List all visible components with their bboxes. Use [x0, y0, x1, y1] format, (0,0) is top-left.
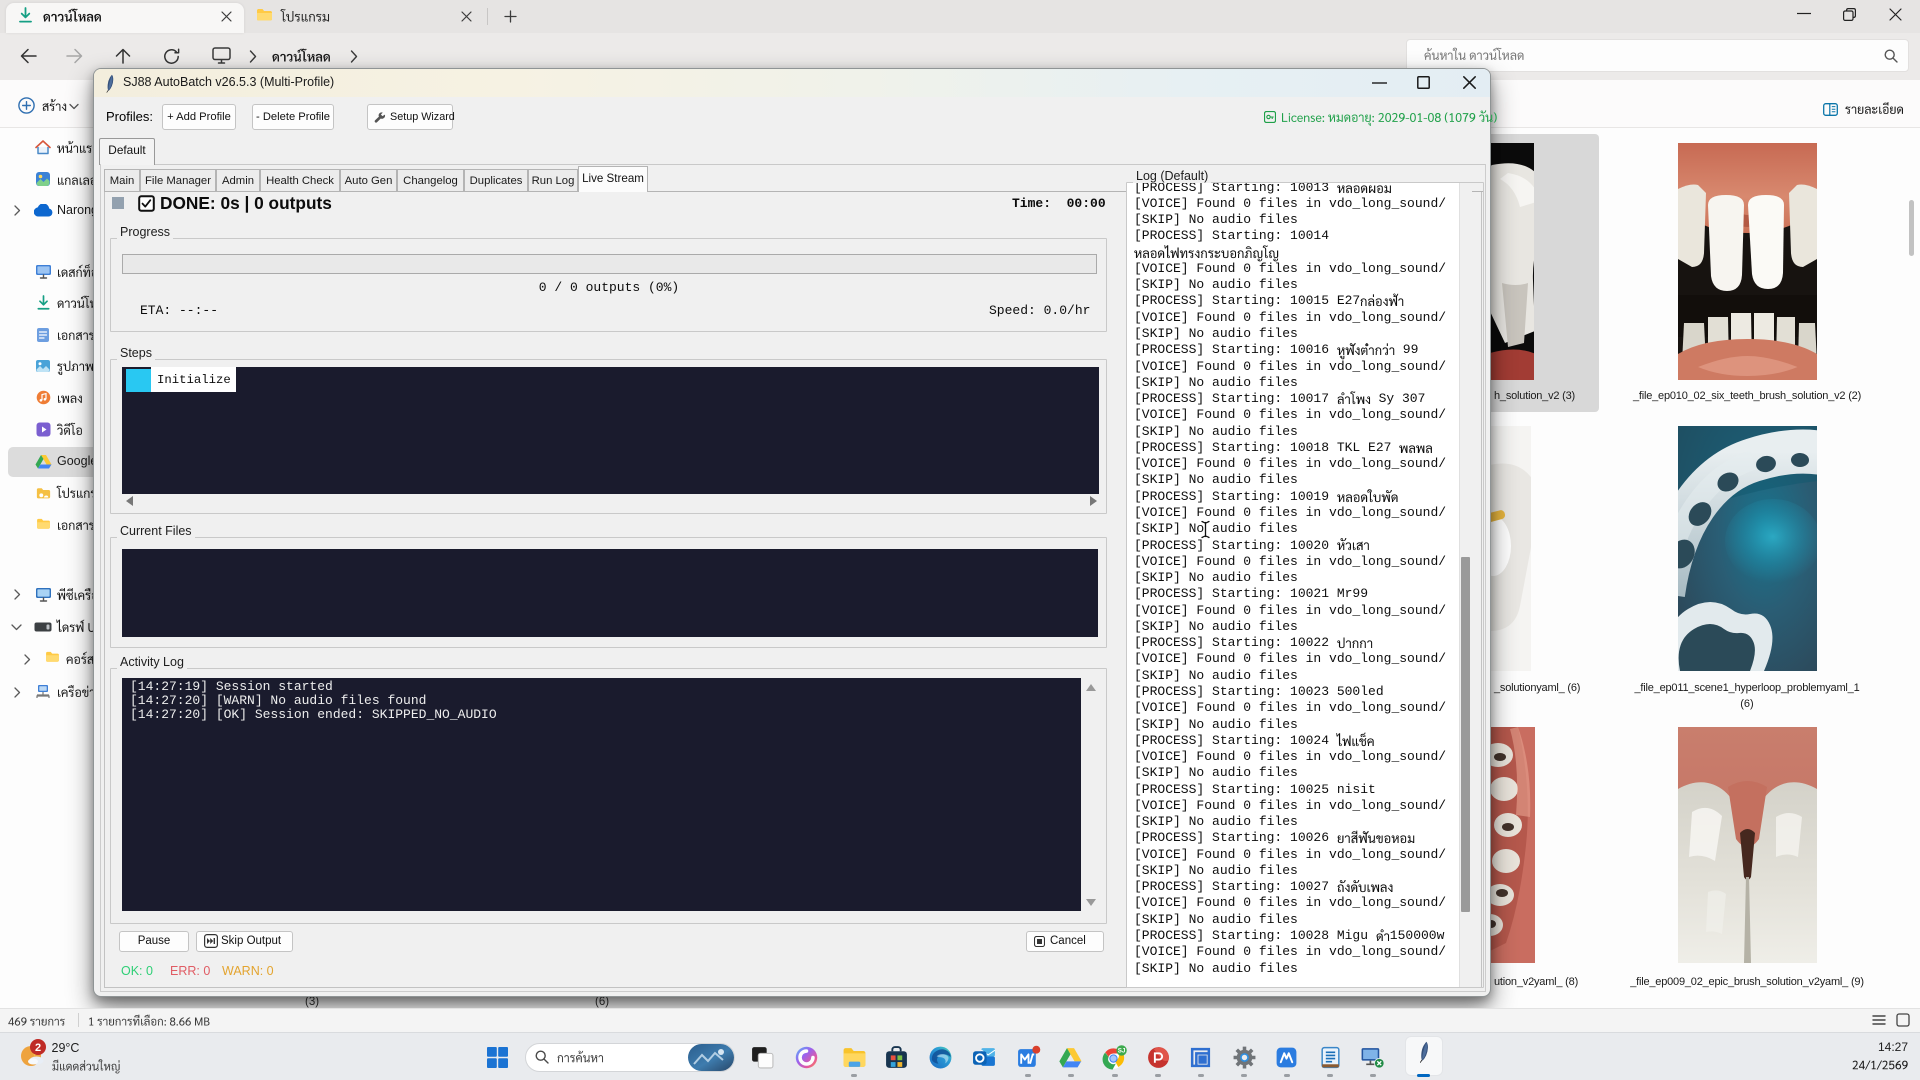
svg-text:2: 2 [35, 1042, 41, 1054]
svg-text:SJ: SJ [1118, 1048, 1126, 1055]
